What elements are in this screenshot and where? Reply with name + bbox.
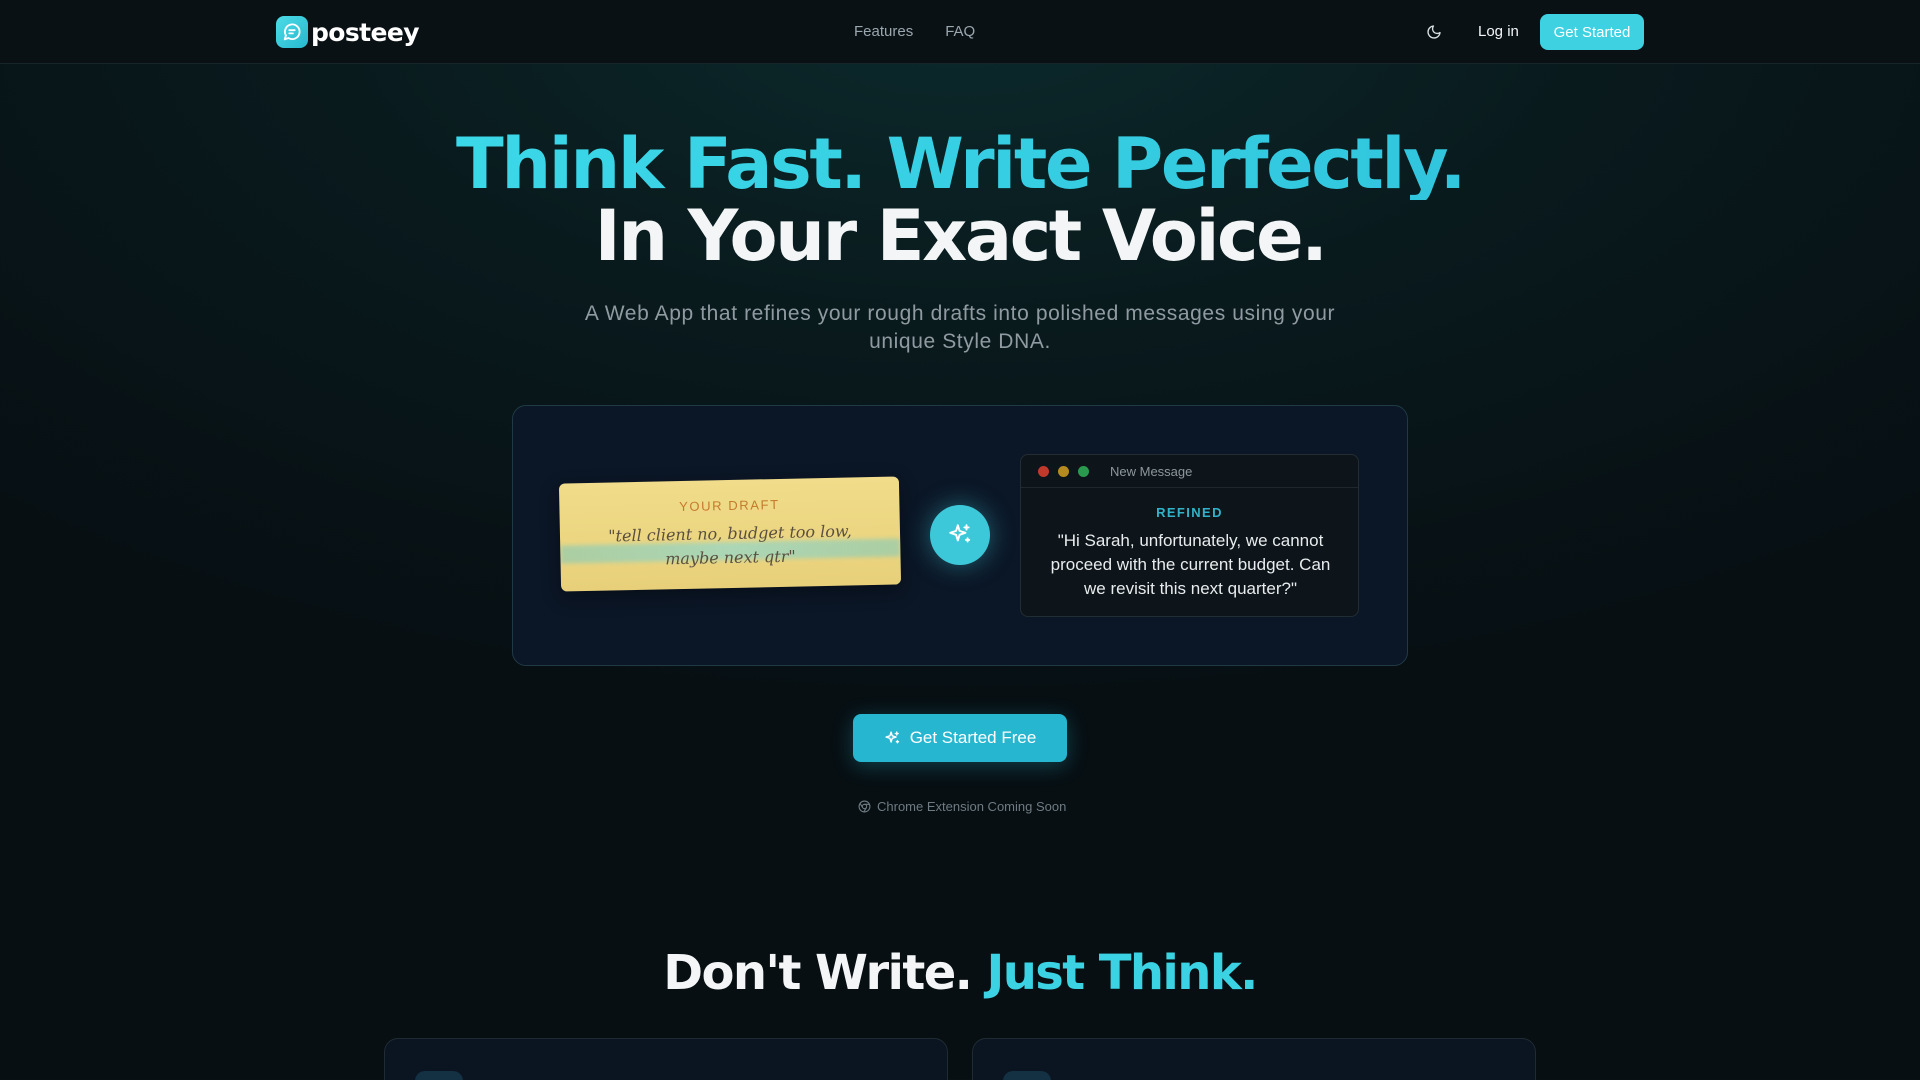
refined-text: "Hi Sarah, unfortunately, we cannot proc…: [1050, 531, 1331, 598]
section-title-part2: Just Think.: [986, 945, 1258, 1001]
get-started-button[interactable]: Get Started: [1540, 14, 1644, 50]
feature-card-right: [972, 1038, 1536, 1080]
feature-icon: [415, 1071, 463, 1080]
draft-note-card: YOUR DRAFT "tell client no, budget too l…: [558, 476, 902, 592]
feature-icon: [1003, 1071, 1051, 1080]
section-title-part1: Don't Write.: [663, 945, 973, 1001]
nav-link-faq[interactable]: FAQ: [945, 20, 975, 44]
window-minimize-dot: [1058, 465, 1069, 477]
window-maximize-dot: [1078, 465, 1089, 477]
section-title: Don't Write. Just Think.: [0, 945, 1920, 1001]
refined-message-window: New Message REFINED "Hi Sarah, unfortuna…: [1020, 454, 1359, 617]
feature-card-left: [384, 1038, 948, 1080]
sparkle-icon: [949, 524, 971, 543]
chrome-icon: [858, 800, 871, 812]
refine-sparkle-button[interactable]: [930, 505, 990, 565]
chrome-note-text: Chrome Extension Coming Soon: [877, 798, 1067, 814]
hero-title-line2: In Your Exact Voice.: [594, 195, 1328, 277]
main-nav: Features FAQ: [854, 20, 975, 44]
hero-title: Think Fast. Write Perfectly. In Your Exa…: [0, 128, 1920, 272]
chat-bubble-logo-icon: [276, 16, 308, 48]
theme-toggle-button[interactable]: [1422, 20, 1446, 44]
hero-title-line1: Think Fast. Write Perfectly.: [0, 128, 1920, 200]
draft-label: YOUR DRAFT: [679, 496, 780, 515]
draft-text: "tell client no, budget too low, maybe n…: [608, 521, 852, 569]
chrome-extension-note: Chrome Extension Coming Soon: [858, 796, 1066, 816]
get-started-free-button[interactable]: Get Started Free: [853, 714, 1067, 762]
sparkle-icon: [885, 730, 899, 743]
window-title: New Message: [1110, 463, 1193, 479]
login-link[interactable]: Log in: [1478, 20, 1519, 44]
window-titlebar: New Message: [1021, 455, 1358, 488]
cta-label: Get Started Free: [909, 728, 1037, 747]
brand-name: posteey: [311, 17, 420, 47]
window-close-dot: [1038, 465, 1049, 477]
brand-logo-link[interactable]: posteey: [276, 14, 420, 50]
moon-icon: [1427, 25, 1441, 39]
top-navbar: posteey Features FAQ Log in Get Started: [0, 0, 1920, 64]
hero-subtitle: A Web App that refines your rough drafts…: [584, 302, 1336, 353]
refined-label: REFINED: [1156, 505, 1223, 520]
nav-link-features[interactable]: Features: [854, 20, 913, 44]
